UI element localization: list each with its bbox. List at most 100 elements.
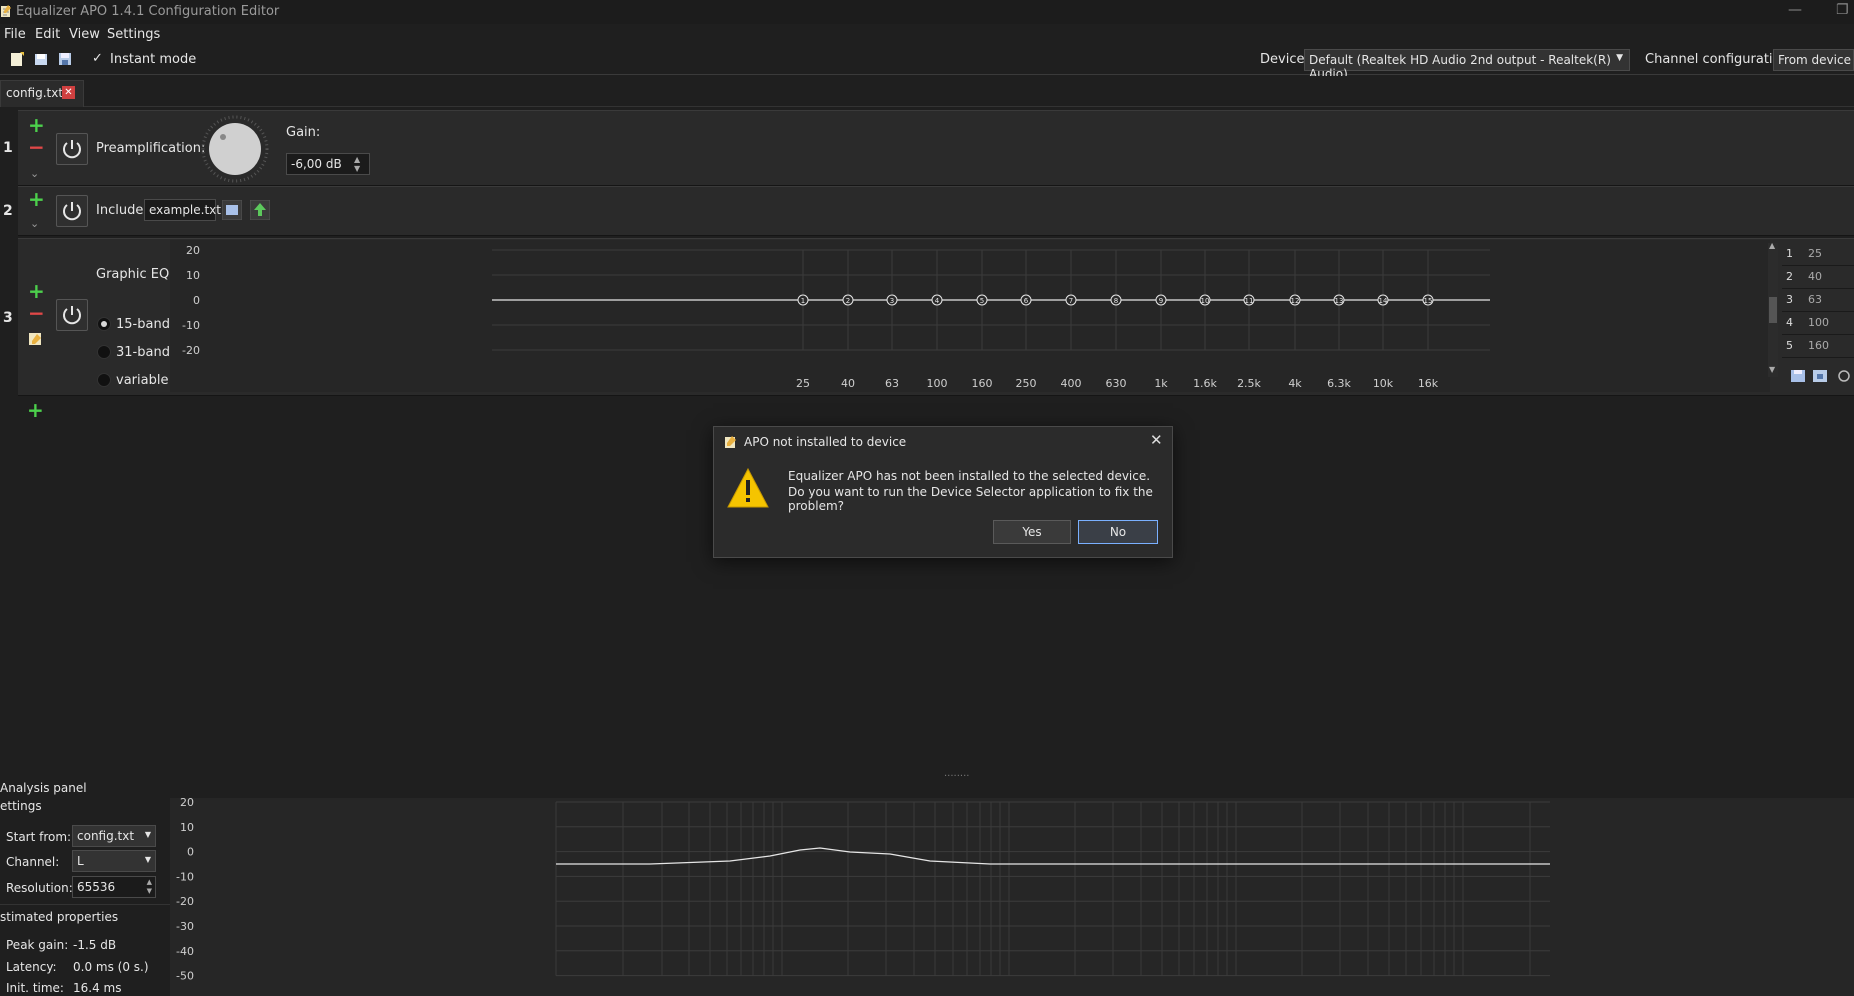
channel-config-label: Channel configuration: [1645,52,1794,67]
eq-band-frequency: 160 [1808,339,1829,352]
tab-config[interactable]: config.txt ✕ [0,80,84,107]
eq-scrollbar[interactable]: ▲ ▼ [1768,241,1778,377]
restore-icon[interactable]: ❐ [1836,2,1849,18]
new-file-icon[interactable] [9,51,25,67]
graphic-eq-label: Graphic EQ: [96,267,174,282]
eq-band-table-row[interactable]: 1 25 [1782,243,1854,266]
yes-button[interactable]: Yes [993,520,1071,544]
peak-gain-value: -1.5 dB [73,938,117,952]
spin-arrows-icon[interactable]: ▲ ▼ [147,878,152,896]
start-from-select[interactable]: config.txt ▼ [72,825,156,847]
band-31-label: 31-band [116,345,170,360]
include-file-value: example.txt [149,203,221,217]
device-select[interactable]: Default (Realtek HD Audio 2nd output - R… [1304,49,1630,81]
eq-band-number: 4 [935,297,940,305]
app-icon [1,5,11,17]
band-15-radio[interactable] [97,317,111,331]
eq-band-frequency: 40 [1808,270,1822,283]
spin-arrows-icon[interactable]: ▲ ▼ [354,155,360,173]
init-time-value: 16.4 ms [73,981,122,995]
power-button[interactable] [56,195,88,227]
add-icon[interactable]: + [28,113,45,137]
edit-icon[interactable] [28,331,44,347]
splitter-handle[interactable]: ........ [944,768,969,779]
preamp-knob[interactable] [201,115,269,183]
settings-header: ettings [0,799,42,813]
eq-band-table[interactable]: 1 25 2 40 3 63 4 100 5 160 [1782,243,1854,358]
channel-config-value: From device (S [1778,53,1853,67]
band-31-radio[interactable] [97,345,111,359]
chevron-down-icon[interactable]: ⌄ [30,167,39,180]
menu-edit[interactable]: Edit [35,27,60,42]
no-button[interactable]: No [1078,520,1158,544]
minimize-icon[interactable]: — [1788,2,1802,18]
remove-icon[interactable]: − [28,135,45,159]
menu-settings[interactable]: Settings [107,27,160,42]
eq-x-tick: 1k [1154,377,1168,390]
eq-band-number: 1 [801,297,805,305]
window-title: Equalizer APO 1.4.1 Configuration Editor [16,4,280,19]
eq-x-tick: 100 [927,377,948,390]
scroll-up-icon[interactable]: ▲ [1769,241,1775,250]
resolution-input[interactable]: 65536 ▲ ▼ [72,876,156,898]
row-number: 2 [3,203,13,219]
init-time-label: Init. time: [6,981,64,995]
save-file-icon[interactable] [57,51,73,67]
variable-radio[interactable] [97,373,111,387]
add-filter-icon[interactable]: + [27,398,44,422]
eq-x-tick: 40 [841,377,855,390]
start-from-value: config.txt [77,829,135,843]
analysis-y-tick: 20 [180,798,194,809]
eq-band-number: 15 [1424,297,1433,305]
instant-mode-check-icon[interactable]: ✓ [92,51,103,66]
eq-x-tick: 16k [1418,377,1439,390]
eq-band-frequency: 25 [1808,247,1822,260]
chevron-down-icon[interactable]: ⌄ [30,217,39,230]
eq-x-tick: 1.6k [1193,377,1217,390]
close-icon[interactable]: ✕ [1150,431,1163,449]
menu-view[interactable]: View [69,27,100,42]
import-bands-icon[interactable] [1812,368,1828,384]
chevron-down-icon: ▼ [144,830,151,839]
eq-graph-canvas[interactable]: 20100-10-2025 40 63 100 160 250 400 630 1k 1.6k 2.… [170,240,1770,392]
eq-band-number: 5 [980,297,984,305]
row-number: 1 [3,140,13,156]
open-include-icon[interactable] [250,200,270,220]
eq-x-tick: 6.3k [1327,377,1351,390]
band-15-label: 15-band [116,317,170,332]
eq-band-table-row[interactable]: 4 100 [1782,312,1854,335]
add-icon[interactable]: + [28,187,45,211]
include-file-input[interactable]: example.txt [144,199,221,221]
include-label: Include: [96,203,148,218]
analysis-graph-canvas[interactable]: 20 10 0 -10 -20 -30 -40 -50 [170,798,1854,996]
eq-x-tick: 4k [1288,377,1302,390]
latency-value: 0.0 ms (0 s.) [73,960,149,974]
eq-band-table-row[interactable]: 5 160 [1782,335,1854,358]
close-tab-icon[interactable]: ✕ [62,86,75,99]
power-button[interactable] [56,133,88,165]
row-number: 3 [3,310,13,326]
eq-band-table-row[interactable]: 3 63 [1782,289,1854,312]
analysis-graph[interactable]: 20 10 0 -10 -20 -30 -40 -50 [170,798,1854,996]
remove-icon[interactable]: − [28,301,45,325]
scroll-down-icon[interactable]: ▼ [1769,365,1775,374]
eq-graph[interactable]: 20 10 0 -10 -20 25 40 63 100 160 250 400 630 1k 1.6k 2.… [170,240,1770,392]
power-button[interactable] [56,299,88,331]
open-file-icon[interactable] [33,51,49,67]
eq-y-tick: -10 [182,319,200,332]
analysis-panel-header: Analysis panel [0,781,87,795]
add-icon[interactable]: + [28,279,45,303]
eq-band-table-row[interactable]: 2 40 [1782,266,1854,289]
scrollbar-thumb[interactable] [1769,297,1777,323]
resolution-value: 65536 [77,880,116,894]
menu-file[interactable]: File [4,27,26,42]
dialog-app-icon [725,436,736,448]
eq-x-tick: 2.5k [1237,377,1261,390]
save-bands-icon[interactable] [1790,368,1806,384]
channel-select[interactable]: L ▼ [72,850,156,872]
reset-bands-icon[interactable] [1836,368,1852,384]
analysis-y-tick: 10 [180,821,194,834]
channel-config-select[interactable]: From device (S [1773,49,1854,71]
eq-band-number: 12 [1291,297,1300,305]
open-file-icon[interactable] [222,200,242,220]
